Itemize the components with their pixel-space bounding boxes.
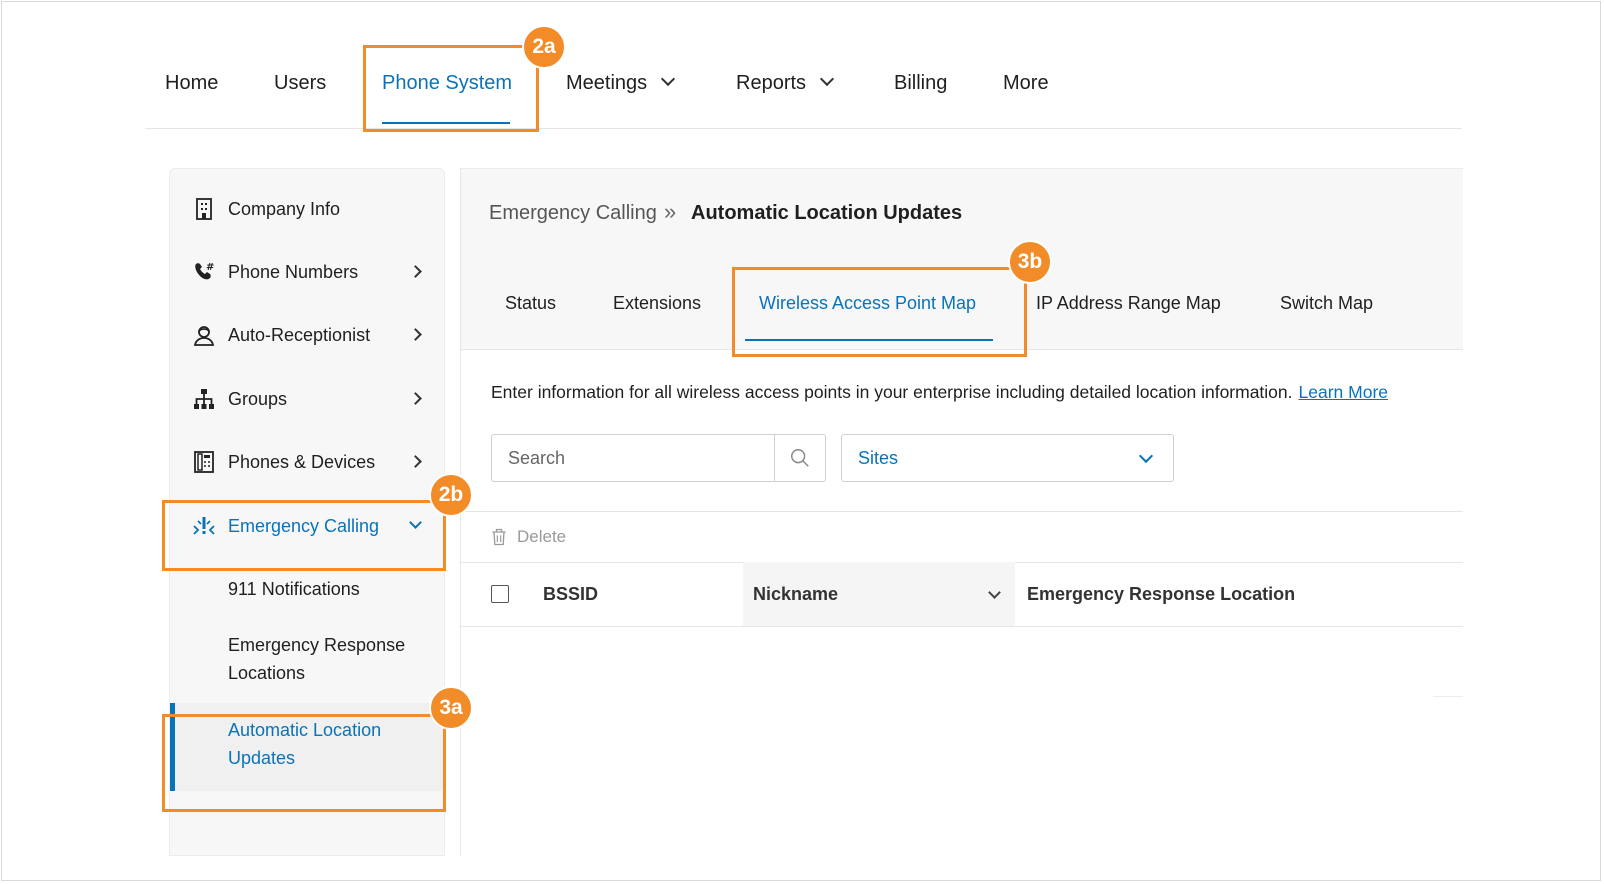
tab-ip-address-range-map[interactable]: IP Address Range Map	[1036, 293, 1221, 314]
svg-text:#: #	[206, 262, 214, 273]
sidebar-item-company-info[interactable]: Company Info	[170, 189, 446, 229]
sidebar-item-phone-numbers[interactable]: # Phone Numbers	[170, 252, 446, 292]
sidebar-item-label: Auto-Receptionist	[228, 325, 371, 345]
nav-billing[interactable]: Billing	[894, 72, 947, 95]
chevron-down-icon	[661, 71, 676, 87]
chevron-right-icon	[409, 265, 422, 278]
sidebar-item-label: Phones & Devices	[228, 452, 376, 472]
annotation-badge-2b: 2b	[429, 473, 473, 517]
annotation-badge-2a: 2a	[522, 25, 566, 69]
breadcrumb: Emergency Calling » Automatic Location U…	[461, 168, 1463, 262]
desk-phone-icon	[194, 451, 214, 473]
column-header-bssid[interactable]: BSSID	[543, 584, 598, 605]
nav-reports[interactable]: Reports	[736, 71, 835, 95]
sidebar-item-label: Company Info	[228, 199, 341, 219]
org-chart-icon	[194, 389, 214, 409]
search-icon	[791, 449, 809, 467]
column-header-nickname-label: Nickname	[753, 584, 839, 604]
breadcrumb-separator-icon: »	[664, 199, 677, 224]
chevron-down-icon	[819, 71, 835, 87]
sidebar-item-label: Groups	[228, 389, 288, 409]
page-title: Automatic Location Updates	[691, 202, 963, 224]
sidebar-item-auto-receptionist[interactable]: Auto-Receptionist	[170, 315, 446, 355]
sort-chevron-icon	[988, 586, 1001, 599]
sites-dropdown-value: Sites	[858, 448, 899, 468]
description: Enter information for all wireless acces…	[491, 382, 1388, 403]
chevron-right-icon	[409, 328, 422, 341]
description-text: Enter information for all wireless acces…	[491, 382, 1293, 402]
table-header: BSSID Nickname Emergency Response Locati…	[461, 562, 1463, 627]
sidebar-subitem-911-notifications[interactable]: 911 Notifications	[228, 575, 360, 603]
highlight-automatic-location-updates	[162, 714, 446, 812]
tab-status[interactable]: Status	[505, 293, 556, 314]
delete-button[interactable]: Delete	[517, 527, 566, 547]
nav-home[interactable]: Home	[165, 72, 218, 95]
nav-users[interactable]: Users	[274, 72, 326, 95]
annotation-badge-3a: 3a	[429, 686, 473, 730]
search-input[interactable]	[492, 435, 775, 481]
highlight-emergency-calling	[162, 500, 446, 571]
sites-dropdown[interactable]: Sites	[841, 434, 1174, 482]
sidebar-item-label: Phone Numbers	[228, 262, 359, 282]
chevron-down-icon	[1138, 448, 1154, 464]
nav-more[interactable]: More	[1003, 72, 1049, 95]
table-divider	[1433, 696, 1463, 697]
sidebar-item-phones-devices[interactable]: Phones & Devices	[170, 442, 446, 482]
building-icon	[196, 198, 212, 220]
annotation-badge-3b: 3b	[1008, 240, 1052, 284]
sidebar-item-groups[interactable]: Groups	[170, 379, 446, 419]
tab-extensions[interactable]: Extensions	[613, 293, 701, 314]
top-nav: Home Users Phone System Meetings Reports…	[145, 44, 1462, 129]
column-header-emergency-response-location[interactable]: Emergency Response Location	[1027, 584, 1295, 605]
nav-meetings[interactable]: Meetings	[566, 71, 676, 95]
tab-switch-map[interactable]: Switch Map	[1280, 293, 1373, 314]
table-toolbar: Delete	[461, 511, 1463, 563]
select-all-checkbox[interactable]	[491, 585, 509, 603]
column-header-nickname[interactable]: Nickname	[743, 562, 1015, 626]
search-box	[491, 434, 826, 482]
phone-hash-icon: #	[195, 262, 214, 280]
trash-icon	[492, 528, 506, 546]
chevron-right-icon	[409, 392, 422, 405]
sidebar-subitem-emergency-response-locations[interactable]: Emergency Response Locations	[228, 631, 428, 687]
learn-more-link[interactable]: Learn More	[1299, 382, 1389, 402]
receptionist-icon	[193, 326, 215, 346]
chevron-right-icon	[409, 455, 422, 468]
breadcrumb-parent[interactable]: Emergency Calling	[489, 202, 657, 225]
highlight-phone-system	[363, 45, 539, 132]
search-button[interactable]	[774, 435, 825, 481]
highlight-wireless-access-point-map	[732, 267, 1027, 357]
